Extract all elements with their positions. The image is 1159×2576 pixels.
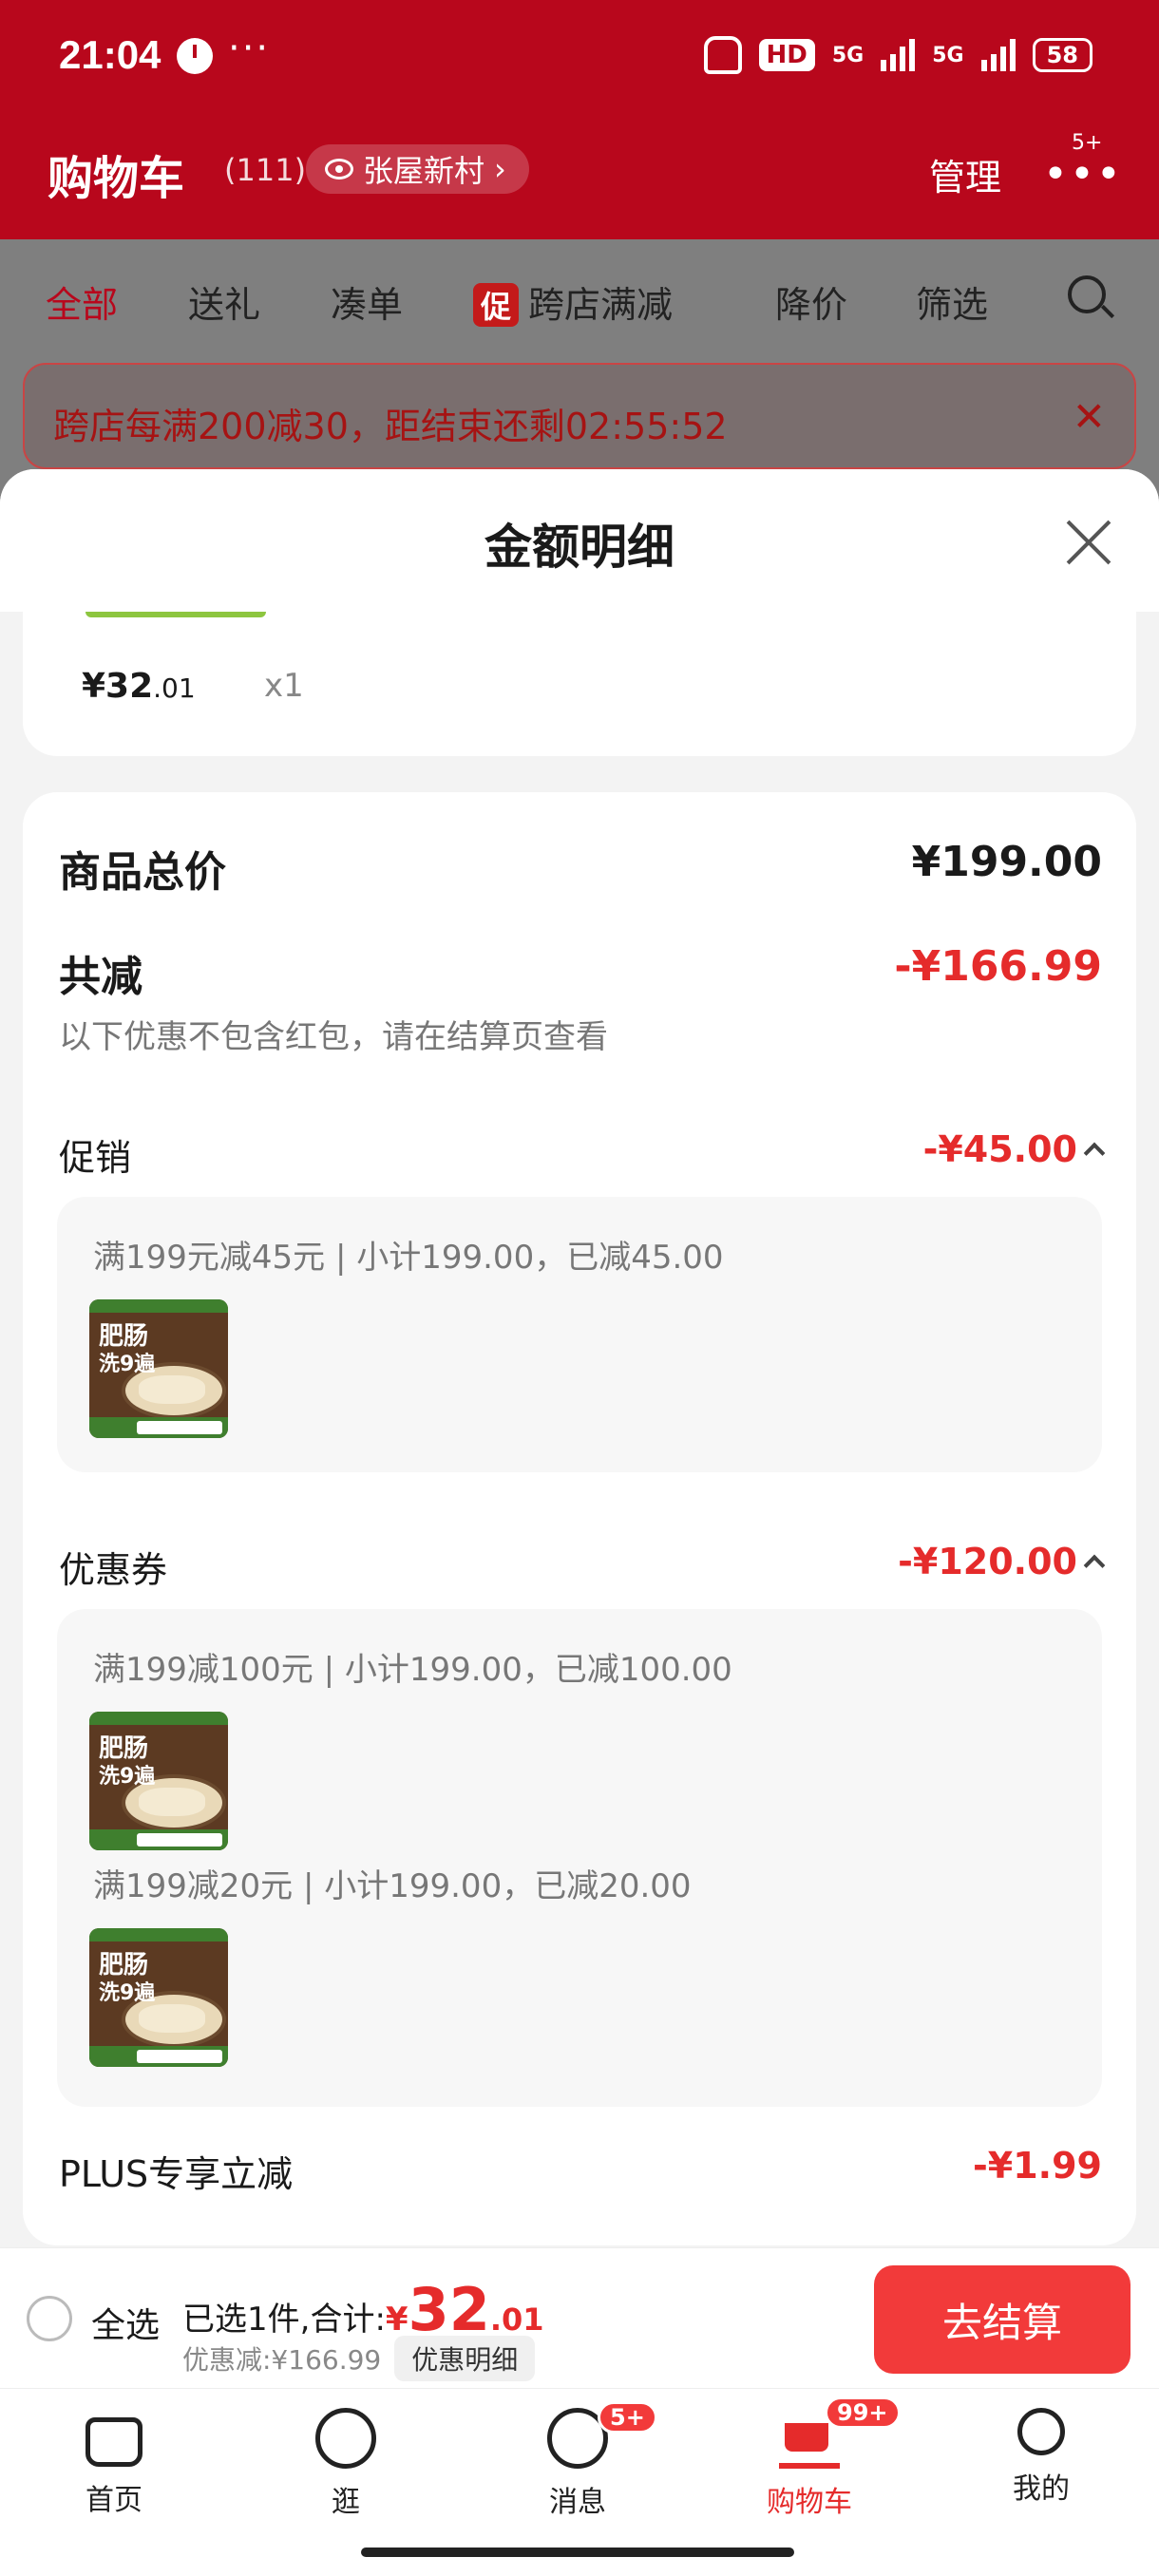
chevron-up-icon: [1083, 1142, 1106, 1165]
promotion-line: 满199元减45元 | 小计199.00，已减45.00: [93, 1239, 724, 1277]
tab-profile[interactable]: 我的: [965, 2408, 1117, 2507]
message-badge: 5+: [598, 2401, 657, 2434]
item-card: ¥32.01 x1: [23, 612, 1136, 756]
item-quantity: x1: [264, 667, 304, 705]
coupon-line: 满199减20元 | 小计199.00，已减20.00: [93, 1867, 692, 1905]
chevron-right-icon: ›: [494, 151, 506, 187]
product-thumbnail: 肥肠 洗9遍: [89, 1712, 228, 1850]
more-badge: 5+: [1072, 131, 1103, 155]
item-price: ¥32.01: [82, 667, 196, 706]
status-dots: ···: [228, 27, 271, 70]
battery-icon: 58: [1032, 38, 1092, 72]
selected-prefix: 已选1件,合计:: [182, 2301, 386, 2339]
filter-tabs: 全部 送礼 凑单 促跨店满减 降价 筛选: [0, 266, 1159, 332]
status-bar: 21:04 ··· HD 5G 5G 58: [0, 0, 1159, 114]
checkout-bar: 全选 已选1件,合计:¥32.01 优惠减:¥166.99 优惠明细 去结算: [0, 2247, 1159, 2388]
tab-cart[interactable]: 99+ 购物车: [733, 2396, 901, 2520]
manage-button[interactable]: 管理: [929, 148, 1001, 200]
mute-bell-icon: [703, 36, 742, 74]
checkout-button[interactable]: 去结算: [874, 2265, 1130, 2374]
coupon-value: -¥120.00: [898, 1541, 1077, 1582]
close-icon[interactable]: ✕: [1073, 393, 1106, 440]
message-icon: 5+: [547, 2401, 657, 2469]
discount-text: 优惠减:¥166.99: [182, 2344, 382, 2376]
promotion-toggle[interactable]: -¥45.00: [922, 1128, 1106, 1170]
promo-notice: 跨店每满200减30，距结束还剩02:55:52 ✕: [23, 363, 1136, 469]
item-image-edge: [86, 612, 266, 617]
cart-badge: 99+: [825, 2396, 901, 2429]
promotion-label: 促销: [59, 1137, 132, 1179]
hd-icon: HD: [758, 39, 815, 71]
total-discount-value: -¥166.99: [894, 942, 1102, 991]
more-icon[interactable]: •••: [1043, 150, 1123, 199]
location-label: 张屋新村: [363, 153, 485, 189]
tab-all[interactable]: 全部: [46, 275, 118, 328]
signal-icon: [881, 39, 916, 71]
coupon-label: 优惠券: [59, 1549, 168, 1591]
tab-cross-store-label: 跨店满减: [528, 284, 674, 326]
home-indicator[interactable]: [361, 2548, 794, 2557]
tab-gift[interactable]: 送礼: [188, 275, 260, 328]
tab-messages[interactable]: 5+ 消息: [502, 2401, 657, 2520]
tab-browse[interactable]: 逛: [270, 2408, 422, 2520]
chevron-up-icon: [1083, 1554, 1106, 1577]
discount-summary: 优惠减:¥166.99 优惠明细: [182, 2336, 536, 2381]
cart-count: (111): [224, 152, 307, 188]
close-icon[interactable]: [1066, 519, 1112, 564]
tab-filter[interactable]: 筛选: [916, 275, 988, 328]
coupon-toggle[interactable]: -¥120.00: [898, 1541, 1106, 1582]
product-thumbnail: 肥肠 洗9遍: [89, 1928, 228, 2067]
eye-icon: [325, 159, 353, 180]
plus-discount-label: PLUS专享立减: [59, 2153, 294, 2195]
product-thumbnail: 肥肠 洗9遍: [89, 1299, 228, 1438]
status-right: HD 5G 5G 58: [703, 36, 1092, 74]
tab-browse-label: 逛: [332, 2486, 360, 2519]
signal-icon: [980, 39, 1016, 71]
amount-detail-sheet: 金额明细 ¥32.01 x1 商品总价 ¥199.00 共减 -¥166.99 …: [0, 469, 1159, 2247]
total-amount: ¥32.01: [385, 2275, 544, 2344]
tab-cart-label: 购物车: [767, 2486, 852, 2519]
tab-messages-label: 消息: [549, 2486, 606, 2519]
page-title: 购物车: [48, 152, 185, 205]
plus-discount-value: -¥1.99: [973, 2145, 1102, 2187]
goods-total-value: ¥199.00: [911, 838, 1102, 886]
select-all-checkbox[interactable]: [27, 2296, 72, 2341]
select-all-label[interactable]: 全选: [91, 2298, 160, 2347]
goods-total-label: 商品总价: [59, 848, 226, 897]
total-discount-label: 共减: [59, 953, 142, 1001]
profile-icon: [1017, 2408, 1065, 2455]
tab-cross-store[interactable]: 促跨店满减: [473, 275, 673, 328]
notice-text: 跨店每满200减30，距结束还剩02:55:52: [53, 406, 728, 447]
search-icon[interactable]: [1068, 275, 1106, 313]
tab-price-drop[interactable]: 降价: [775, 275, 847, 328]
price-breakdown-card: 商品总价 ¥199.00 共减 -¥166.99 以下优惠不包含红包，请在结算页…: [23, 792, 1136, 2245]
promotion-value: -¥45.00: [922, 1128, 1077, 1170]
location-selector[interactable]: 张屋新村 ›: [306, 144, 529, 194]
sheet-title: 金额明细: [484, 520, 674, 575]
tab-home-label: 首页: [86, 2484, 142, 2517]
sheet-header: 金额明细: [0, 469, 1159, 612]
selected-summary: 已选1件,合计:¥32.01: [182, 2275, 544, 2344]
tab-home[interactable]: 首页: [38, 2408, 190, 2518]
promotion-detail: 满199元减45元 | 小计199.00，已减45.00 肥肠 洗9遍: [57, 1197, 1102, 1472]
tab-profile-label: 我的: [1013, 2472, 1070, 2506]
home-icon: [86, 2417, 142, 2467]
network-label-1: 5G: [831, 43, 864, 67]
status-time: 21:04: [59, 32, 162, 77]
network-label-2: 5G: [932, 43, 964, 67]
cart-icon: 99+: [779, 2396, 901, 2469]
coupon-line: 满199减100元 | 小计199.00，已减100.00: [93, 1651, 732, 1689]
discount-note: 以下优惠不包含红包，请在结算页查看: [59, 1018, 608, 1056]
browse-icon: [315, 2408, 376, 2469]
tab-bundle[interactable]: 凑单: [331, 275, 403, 328]
coupon-detail: 满199减100元 | 小计199.00，已减100.00 肥肠 洗9遍 满199…: [57, 1609, 1102, 2107]
promo-chip: 促: [473, 283, 520, 327]
clock-icon: [177, 38, 213, 74]
discount-detail-button[interactable]: 优惠明细: [394, 2336, 536, 2381]
